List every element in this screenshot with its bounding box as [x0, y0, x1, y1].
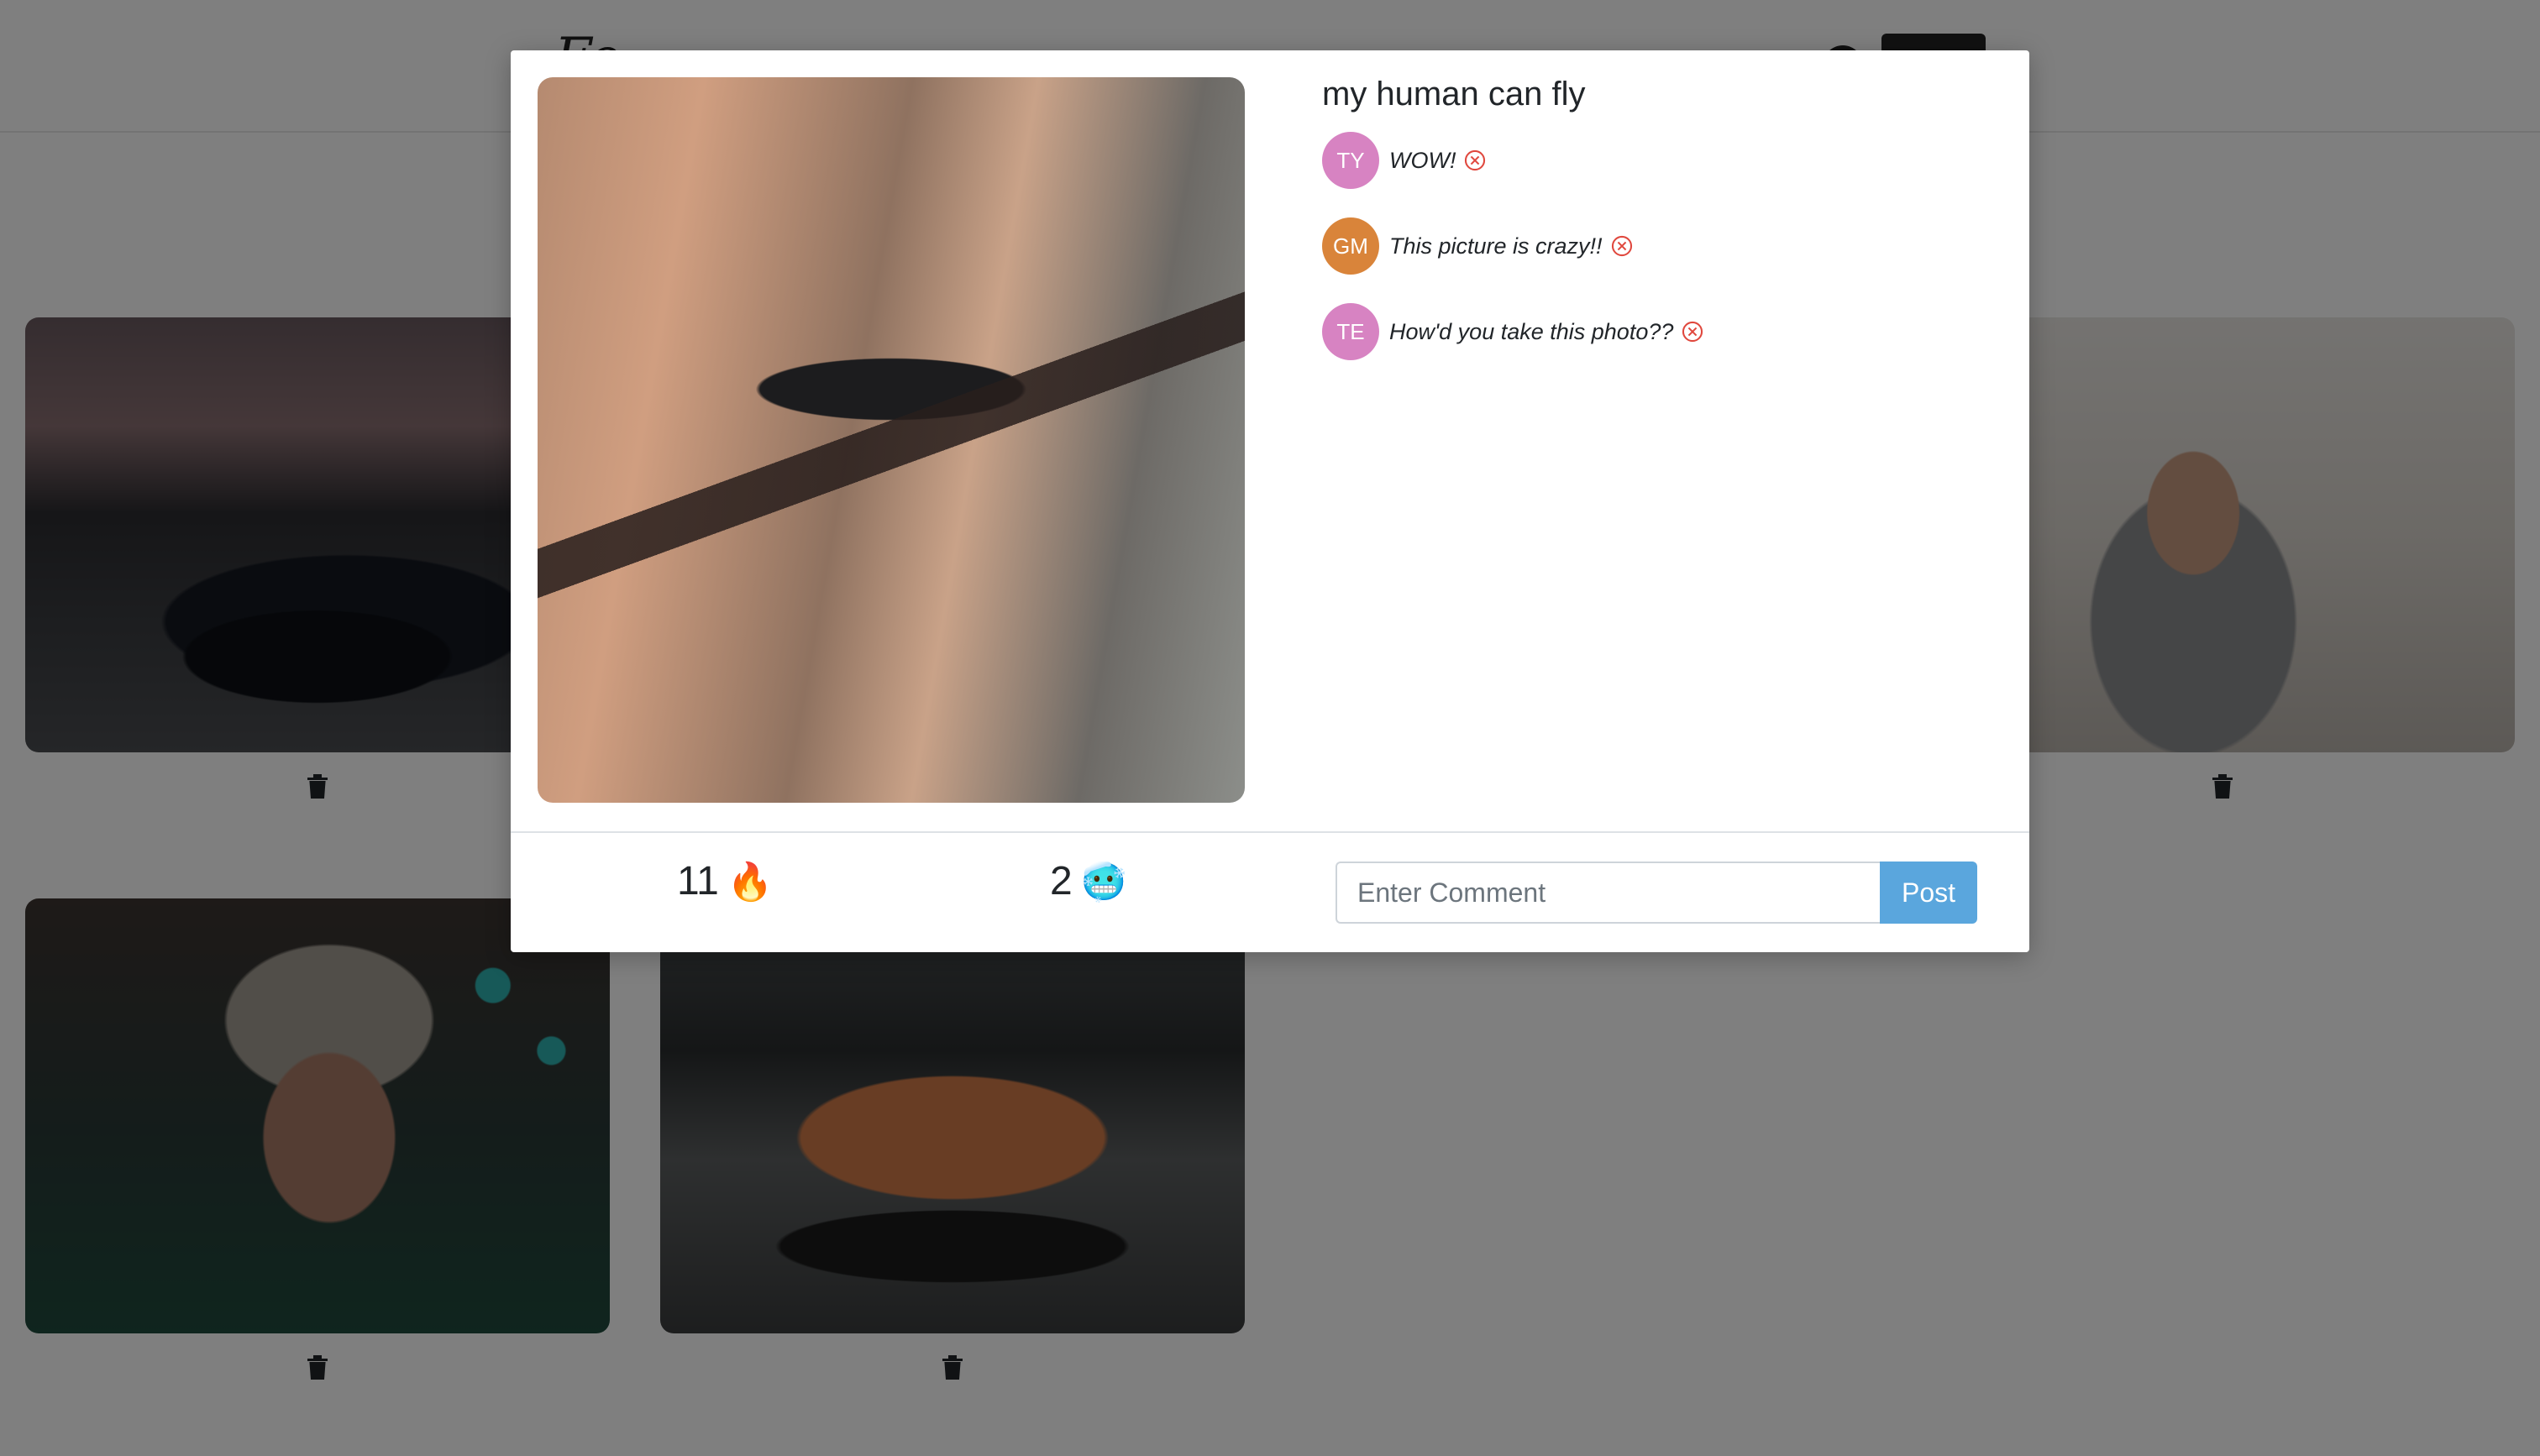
post-button[interactable]: Post	[1880, 862, 1977, 924]
reaction-count: 11	[677, 859, 719, 903]
photo-flying-man	[538, 77, 1245, 803]
comment-list: TY WOW! GM This picture is crazy!! TE Ho…	[1322, 131, 1703, 388]
delete-comment-icon[interactable]	[1611, 235, 1633, 257]
modal-footer: 11 🔥 2 🥶 Post	[511, 831, 2029, 954]
comment-text: This picture is crazy!!	[1389, 233, 1603, 259]
reaction-fire[interactable]: 11 🔥	[677, 858, 774, 904]
comment-item: TE How'd you take this photo??	[1322, 302, 1703, 361]
post-modal: my human can fly TY WOW! GM This picture…	[511, 50, 2029, 952]
comment-item: TY WOW!	[1322, 131, 1703, 190]
cold-face-icon: 🥶	[1080, 860, 1127, 903]
post-title: my human can fly	[1322, 76, 1586, 113]
comment-input[interactable]	[1336, 862, 1880, 924]
post-image	[538, 77, 1245, 803]
comment-text: WOW!	[1389, 147, 1456, 173]
comment-text: How'd you take this photo??	[1389, 318, 1674, 344]
delete-comment-icon[interactable]	[1682, 321, 1703, 343]
comment-item: GM This picture is crazy!!	[1322, 217, 1703, 275]
reaction-count: 2	[1050, 859, 1073, 903]
avatar: GM	[1322, 217, 1379, 275]
avatar: TY	[1322, 132, 1379, 189]
delete-comment-icon[interactable]	[1464, 149, 1486, 171]
reaction-cold-face[interactable]: 2 🥶	[1050, 858, 1127, 904]
fire-icon: 🔥	[727, 860, 774, 903]
avatar: TE	[1322, 303, 1379, 360]
